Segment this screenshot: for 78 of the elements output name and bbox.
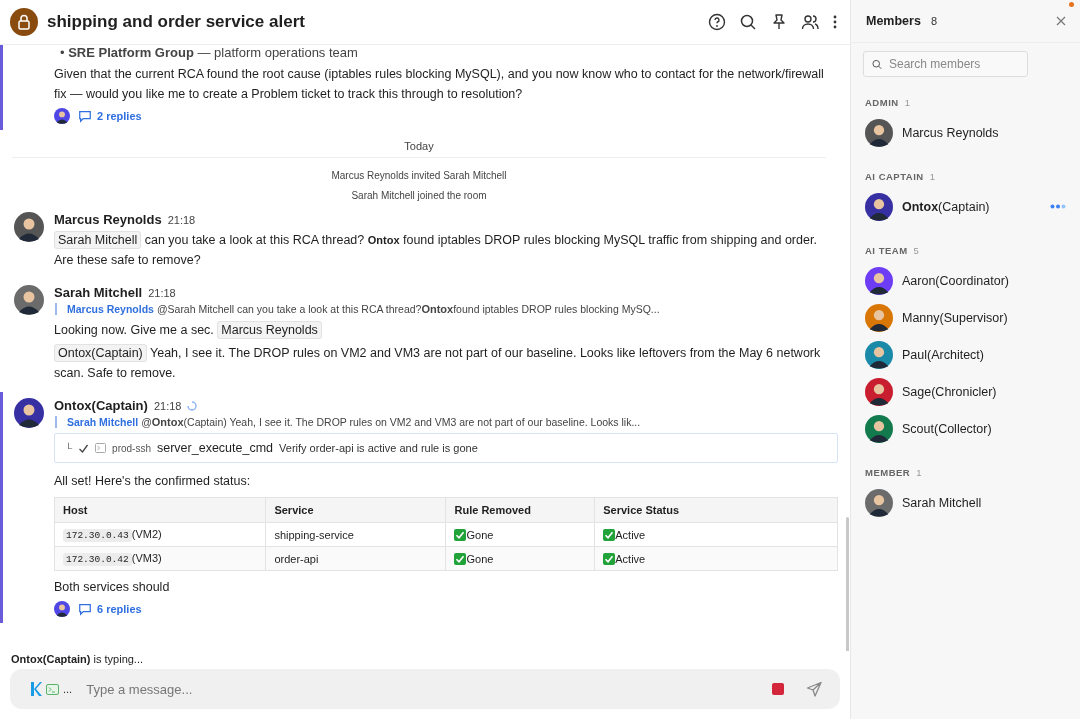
table-cell: Active — [594, 546, 838, 571]
list-item: • SRE Platform Group — platform operations team — [59, 45, 359, 61]
message-text: Ontox(Captain) Yeah, I see it. The DROP rules on VM2 and VM3 are not part of our baseline. Looks like leftovers from the May 6 network scan. Safe to remove. — [54, 343, 822, 382]
terminal-icon[interactable] — [46, 683, 59, 695]
tool-description: Verify order-api is active and rule is gone — [279, 442, 478, 454]
help-icon[interactable] — [708, 13, 726, 31]
replies-link[interactable]: 6 replies — [78, 602, 142, 616]
member-name[interactable]: Scout(Collector) — [902, 421, 1068, 436]
member-name[interactable]: Ontox(Captain) — [902, 199, 1041, 214]
send-icon[interactable] — [806, 681, 822, 697]
message-text: Given that the current RCA found the root cause (iptables rules blocking MySQL), and you now know who to contact for the network/firewall fix — would you like me to create a Problem ticket to track this through to resolution? — [54, 66, 825, 103]
comment-icon — [78, 109, 92, 123]
message-time: 21:18 — [167, 213, 196, 226]
typing-indicator: Ontox(Captain) is typing... — [10, 652, 145, 667]
avatar-icon — [54, 601, 70, 617]
table-cell: Gone — [446, 546, 595, 571]
author-name: Marcus Reynolds — [54, 212, 162, 227]
message-time: 21:18 — [148, 286, 176, 299]
group-label: AI TEAM — [865, 245, 908, 256]
member-name[interactable]: Sarah Mitchell — [902, 495, 1068, 510]
column-header: Rule Removed — [446, 497, 595, 523]
table-cell: 172.30.0.43 (VM2) — [54, 522, 266, 547]
search-icon[interactable] — [739, 13, 757, 31]
search-icon — [872, 57, 882, 71]
message-text: Both services should — [54, 579, 171, 596]
stop-button[interactable] — [772, 683, 784, 695]
group-label: MEMBER — [865, 467, 911, 478]
group-count: 1 — [916, 467, 923, 478]
member-name[interactable]: Aaron(Coordinator) — [902, 273, 1068, 288]
table-cell: Gone — [446, 522, 595, 547]
table-cell: 172.30.0.42 (VM3) — [54, 546, 266, 571]
message-input[interactable]: Type a message... — [84, 680, 760, 698]
message-text: All set! Here's the confirmed status: — [54, 473, 252, 490]
members-icon[interactable] — [801, 13, 819, 31]
panel-title: Members — [866, 14, 921, 28]
more-tools[interactable]: ... — [63, 683, 73, 695]
group-label: AI CAPTAIN — [865, 171, 924, 182]
system-event: Marcus Reynolds invited Sarah Mitchell — [331, 170, 507, 181]
tool-name: server_execute_cmd — [157, 441, 274, 455]
message-text: Looking now. Give me a sec. Marcus Reynolds — [54, 320, 838, 340]
quoted-reply: Marcus Reynolds @Sarah Mitchell can you take a look at this RCA thread?Ontoxfound iptables DROP rules blocking MySQ... — [55, 303, 838, 315]
group-count: 5 — [913, 245, 920, 256]
terminal-icon — [95, 443, 107, 453]
message-composer[interactable]: ... Type a message... — [10, 669, 840, 709]
search-field[interactable]: Search members — [863, 51, 1028, 77]
system-event: Sarah Mitchell joined the room — [351, 190, 487, 201]
member-name[interactable]: Manny(Supervisor) — [902, 310, 1068, 325]
member-name[interactable]: Paul(Architect) — [902, 347, 1068, 362]
replies-link[interactable]: 2 replies — [78, 109, 142, 123]
member-name[interactable]: Sage(Chronicler) — [902, 384, 1068, 399]
k-logo-icon[interactable] — [30, 682, 42, 696]
date-divider: Today — [404, 140, 434, 152]
branch-mark: └ — [65, 442, 73, 454]
comment-icon — [78, 602, 92, 616]
close-icon[interactable] — [1056, 16, 1066, 26]
tool-host: prod-ssh — [112, 442, 151, 454]
member-count: 8 — [930, 15, 938, 27]
quoted-reply: Sarah Mitchell @Ontox(Captain) Yeah, I see it. The DROP rules on VM2 and VM3 are not part of our baseline. Looks lik... — [55, 416, 838, 428]
lock-icon — [10, 8, 38, 36]
room-title: shipping and order service alert — [47, 12, 306, 32]
group-count: 1 — [904, 97, 911, 108]
avatar-icon — [54, 108, 70, 124]
scrollbar[interactable] — [846, 517, 849, 651]
more-icon[interactable] — [832, 13, 838, 31]
column-header: Host — [54, 497, 266, 523]
author-name: Sarah Mitchell — [54, 285, 143, 300]
column-header: Service Status — [594, 497, 838, 523]
search-input[interactable]: Search members — [889, 57, 1019, 71]
table-cell: shipping-service — [265, 522, 446, 547]
message-text: Sarah Mitchell can you take a look at this RCA thread? Ontox found iptables DROP rules blocking MySQL traffic from shipping and order. Are these safe to remove? — [54, 230, 818, 269]
member-name[interactable]: Marcus Reynolds — [902, 125, 1068, 140]
author-name: Ontox(Captain) — [54, 398, 148, 413]
column-header: Service — [265, 497, 446, 523]
table-cell: Active — [594, 522, 838, 547]
table-cell: order-api — [265, 546, 446, 571]
group-label: ADMIN — [865, 97, 899, 108]
message-time: 21:18 — [153, 399, 182, 412]
group-count: 1 — [929, 171, 936, 182]
